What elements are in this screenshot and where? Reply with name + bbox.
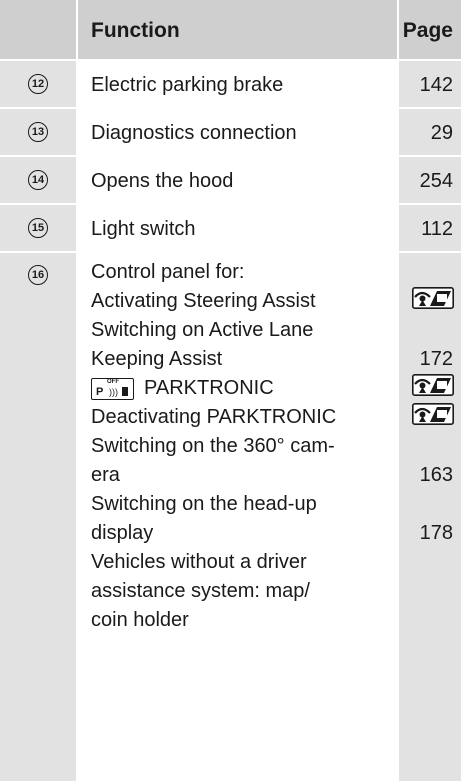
- function-line: Switching on the 360° cam-: [91, 435, 335, 457]
- function-line-parktronic: OFF P ))) PARKTRONIC: [91, 374, 397, 403]
- driver-assistance-book-icon: [412, 374, 454, 396]
- function-cell: Opens the hood: [78, 157, 397, 203]
- table-row: 14 Opens the hood 254: [0, 157, 461, 205]
- driver-assistance-book-icon: [412, 403, 454, 425]
- function-line: Vehicles without a driver: [91, 551, 307, 573]
- page-cell: 29: [397, 109, 461, 155]
- function-line: Control panel for:: [91, 261, 245, 283]
- item-number-badge: 12: [28, 74, 48, 94]
- function-line: coin holder: [91, 609, 189, 631]
- function-line: Activating Steering Assist: [91, 290, 316, 312]
- item-number-badge: 13: [28, 122, 48, 142]
- function-line: display: [91, 522, 154, 544]
- header-function: Function: [78, 0, 397, 59]
- function-cell: Control panel for: Activating Steering A…: [78, 253, 397, 781]
- page-number: 163: [419, 464, 453, 486]
- driver-assistance-book-icon: [412, 287, 454, 309]
- function-line: assistance system: map/: [91, 580, 310, 602]
- item-number-badge: 16: [28, 265, 48, 285]
- function-line: Switching on Active Lane: [91, 319, 314, 341]
- table-row-control-panel: 16 Control panel for: Activating Steerin…: [0, 253, 461, 783]
- page-cell: 254: [397, 157, 461, 203]
- page-number: 178: [419, 522, 453, 544]
- item-number-badge: 15: [28, 218, 48, 238]
- table-row: 12 Electric parking brake 142: [0, 61, 461, 109]
- parktronic-button-icon: OFF P ))): [91, 377, 134, 400]
- page-cell: 142: [397, 61, 461, 107]
- function-line: Keeping Assist: [91, 348, 223, 370]
- page-number: 172: [419, 348, 453, 370]
- function-line: era: [91, 464, 120, 486]
- table-row: 15 Light switch 112: [0, 205, 461, 253]
- header-num-cell: [0, 0, 78, 59]
- table-header: Function Page: [0, 0, 461, 61]
- page-cell: 112: [397, 205, 461, 251]
- function-table: Function Page 12 Electric parking brake …: [0, 0, 461, 783]
- function-cell: Electric parking brake: [78, 61, 397, 107]
- page-cell: 172 163 178: [397, 253, 461, 781]
- function-cell: Diagnostics connection: [78, 109, 397, 155]
- table-row: 13 Diagnostics connection 29: [0, 109, 461, 157]
- function-line: Switching on the head-up: [91, 493, 317, 515]
- function-cell: Light switch: [78, 205, 397, 251]
- function-line: Deactivating PARKTRONIC: [91, 406, 337, 428]
- header-page: Page: [397, 0, 461, 59]
- item-number-badge: 14: [28, 170, 48, 190]
